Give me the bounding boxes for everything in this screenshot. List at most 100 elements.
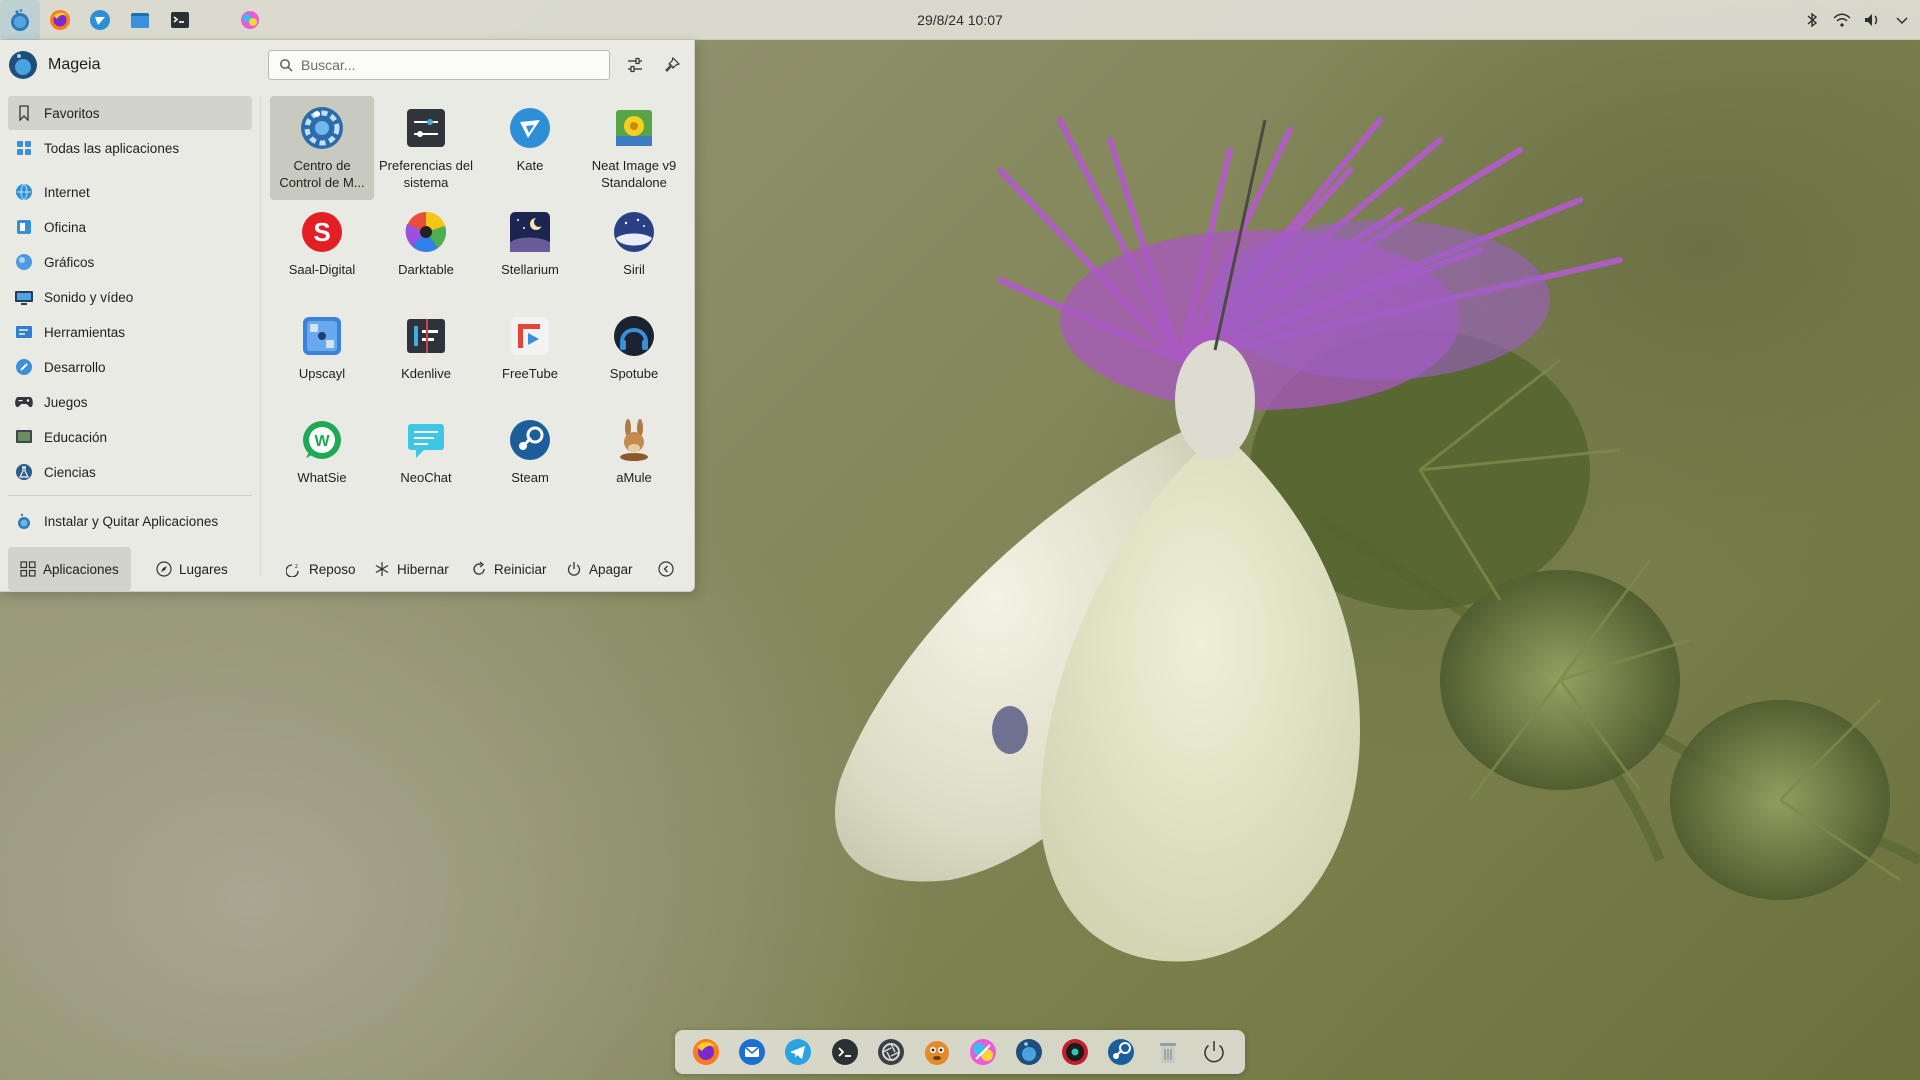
dock-record-app[interactable]	[1058, 1035, 1092, 1069]
spotube-icon	[610, 312, 658, 360]
dock-firefox[interactable]	[689, 1035, 723, 1069]
dock-aperture-app[interactable]	[874, 1035, 908, 1069]
app-label: Centro de Control de M...	[279, 158, 365, 190]
hibernate-button[interactable]: Hibernar	[362, 547, 461, 591]
svg-text:z: z	[295, 564, 298, 570]
user-header: Mageia	[8, 48, 100, 82]
sidebar-item-games[interactable]: Juegos	[8, 385, 252, 419]
app-tile-spotube[interactable]: Spotube	[582, 304, 686, 408]
grid-icon	[14, 138, 34, 158]
bluetooth-icon[interactable]	[1800, 8, 1824, 32]
category-sidebar: Favoritos Todas las aplicaciones Interne…	[8, 96, 252, 539]
dock-color-app[interactable]	[966, 1035, 1000, 1069]
app-tile-saal-digital[interactable]: S Saal-Digital	[270, 200, 374, 304]
more-options-button[interactable]	[652, 547, 680, 591]
sidebar-item-label: Favoritos	[44, 105, 100, 121]
configure-button[interactable]	[620, 50, 650, 80]
app-tile-control-center[interactable]: Centro de Control de M...	[270, 96, 374, 200]
taskbar-color-app[interactable]	[230, 0, 270, 40]
app-tile-stellarium[interactable]: Stellarium	[478, 200, 582, 304]
sidebar-item-label: Gráficos	[44, 254, 95, 270]
volume-icon[interactable]	[1860, 8, 1884, 32]
dock-steam[interactable]	[1104, 1035, 1138, 1069]
mageia-icon	[11, 8, 29, 31]
sidebar-item-graphics[interactable]: Gráficos	[8, 245, 252, 279]
expand-icon[interactable]	[1890, 8, 1914, 32]
search-input[interactable]	[301, 57, 591, 73]
sidebar-item-tools[interactable]: Herramientas	[8, 315, 252, 349]
terminal-icon	[831, 1039, 858, 1065]
thunderbird-icon	[739, 1039, 766, 1065]
app-tile-kdenlive[interactable]: Kdenlive	[374, 304, 478, 408]
app-tile-system-settings[interactable]: Preferencias del sistema	[374, 96, 478, 200]
app-tile-freetube[interactable]: FreeTube	[478, 304, 582, 408]
app-label: NeoChat	[400, 470, 452, 485]
office-icon	[14, 217, 34, 237]
sidebar-item-favorites[interactable]: Favoritos	[8, 96, 252, 130]
dock-trash[interactable]	[1151, 1035, 1185, 1069]
taskbar-file-manager[interactable]	[120, 0, 160, 40]
dock-power[interactable]	[1197, 1035, 1231, 1069]
sidebar-item-label: Instalar y Quitar Aplicaciones	[44, 513, 219, 529]
control-center-icon	[298, 104, 346, 152]
shutdown-button[interactable]: Apagar	[554, 547, 645, 591]
sidebar-item-internet[interactable]: Internet	[8, 175, 252, 209]
tab-applications[interactable]: Aplicaciones	[8, 547, 131, 591]
app-tile-upscayl[interactable]: Upscayl	[270, 304, 374, 408]
development-icon	[14, 357, 34, 377]
launcher-footer: Aplicaciones Lugares z Reposo Hibernar R…	[0, 546, 695, 592]
restart-button[interactable]: Reiniciar	[459, 547, 559, 591]
app-label: Preferencias del sistema	[379, 158, 473, 190]
internet-icon	[14, 182, 34, 202]
dock-mageia[interactable]	[1012, 1035, 1046, 1069]
application-launcher-menu: Mageia Favoritos Todas las aplicaci	[0, 40, 695, 592]
sidebar-item-development[interactable]: Desarrollo	[8, 350, 252, 384]
app-tile-steam[interactable]: Steam	[478, 408, 582, 512]
app-tile-darktable[interactable]: Darktable	[374, 200, 478, 304]
neochat-icon	[402, 416, 450, 464]
dock-gimp[interactable]	[920, 1035, 954, 1069]
dock-terminal[interactable]	[828, 1035, 862, 1069]
sidebar-item-install-remove[interactable]: Instalar y Quitar Aplicaciones	[8, 504, 252, 538]
app-tile-kate[interactable]: Kate	[478, 96, 582, 200]
tab-label: Aplicaciones	[43, 561, 119, 577]
button-label: Apagar	[589, 561, 633, 577]
app-tile-neochat[interactable]: NeoChat	[374, 408, 478, 512]
sidebar-item-office[interactable]: Oficina	[8, 210, 252, 244]
sleep-button[interactable]: z Reposo	[274, 547, 368, 591]
app-label: Steam	[511, 470, 549, 485]
clock[interactable]: 29/8/24 10:07	[860, 0, 1060, 40]
pin-button[interactable]	[657, 50, 687, 80]
dock-telegram[interactable]	[781, 1035, 815, 1069]
svg-text:S: S	[313, 217, 330, 247]
sidebar-item-multimedia[interactable]: Sonido y vídeo	[8, 280, 252, 314]
app-label: Kate	[516, 158, 544, 173]
taskbar-firefox[interactable]	[40, 0, 80, 40]
app-tile-siril[interactable]: Siril	[582, 200, 686, 304]
wifi-icon[interactable]	[1830, 8, 1854, 32]
grid-icon	[20, 561, 36, 577]
sidebar-item-label: Desarrollo	[44, 359, 106, 375]
taskbar-kate[interactable]	[80, 0, 120, 40]
app-label: Kdenlive	[401, 366, 451, 381]
tools-icon	[14, 322, 34, 342]
app-label: FreeTube	[502, 366, 558, 381]
tab-label: Lugares	[179, 561, 228, 577]
sidebar-item-science[interactable]: Ciencias	[8, 455, 252, 489]
sidebar-item-label: Juegos	[44, 394, 88, 410]
app-tile-whatsie[interactable]: W WhatSie	[270, 408, 374, 512]
app-tile-neat-image[interactable]: Neat Image v9 Standalone	[582, 96, 686, 200]
system-tray	[1800, 0, 1914, 40]
app-tile-amule[interactable]: aMule	[582, 408, 686, 512]
dock-thunderbird[interactable]	[735, 1035, 769, 1069]
system-settings-icon	[402, 104, 450, 152]
restart-icon	[473, 561, 485, 575]
taskbar-terminal[interactable]	[160, 0, 200, 40]
sidebar-item-education[interactable]: Educación	[8, 420, 252, 454]
application-launcher-button[interactable]	[0, 0, 40, 40]
whatsie-icon: W	[298, 416, 346, 464]
sidebar-divider	[8, 495, 252, 496]
tab-places[interactable]: Lugares	[144, 547, 240, 591]
sidebar-item-all-apps[interactable]: Todas las aplicaciones	[8, 131, 252, 165]
avatar[interactable]	[8, 50, 38, 80]
